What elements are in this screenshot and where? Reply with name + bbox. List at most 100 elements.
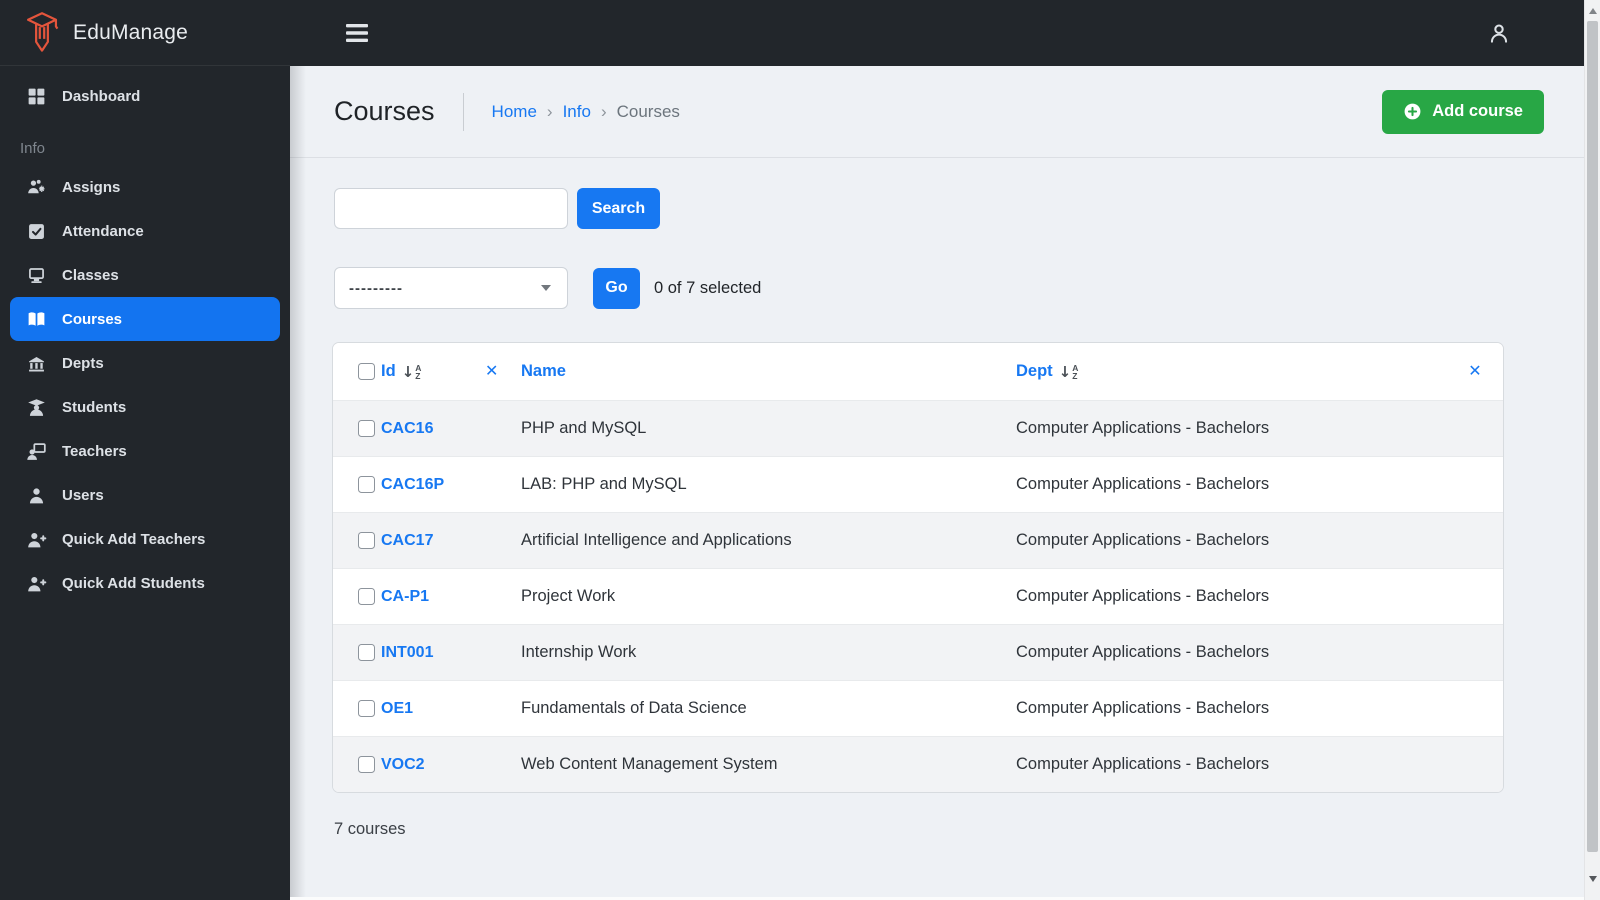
course-name: Fundamentals of Data Science <box>521 699 747 717</box>
course-id-link[interactable]: CA-P1 <box>381 588 429 606</box>
column-header-id[interactable]: Id <box>381 362 396 381</box>
sidebar-item-quick-add-teachers[interactable]: Quick Add Teachers <box>0 517 290 561</box>
row-checkbox[interactable] <box>358 644 375 661</box>
course-name: Artificial Intelligence and Applications <box>521 531 792 549</box>
column-header-dept[interactable]: Dept <box>1016 362 1053 381</box>
course-id-link[interactable]: INT001 <box>381 644 433 662</box>
table-header-row: Id ↓ AZ ✕ Name Dept ↓ AZ ✕ <box>333 343 1503 400</box>
course-id-link[interactable]: OE1 <box>381 700 413 718</box>
course-dept: Computer Applications - Bachelors <box>1016 587 1270 605</box>
laptop-icon <box>29 267 44 283</box>
edumanage-logo-icon <box>26 11 59 52</box>
sidebar-item-users[interactable]: Users <box>0 473 290 517</box>
sort-icon: ↓ AZ <box>401 362 422 381</box>
brand-name: EduManage <box>73 20 189 44</box>
course-name: PHP and MySQL <box>521 419 647 437</box>
row-checkbox[interactable] <box>358 476 375 493</box>
title-divider <box>462 92 464 131</box>
action-select-value: --------- <box>349 279 403 297</box>
person-plus-icon <box>28 576 47 591</box>
course-dept: Computer Applications - Bachelors <box>1016 699 1270 717</box>
clear-sort-icon[interactable]: ✕ <box>485 363 498 380</box>
sidebar-item-label: Assigns <box>62 178 121 196</box>
table-row: INT001 Internship Work Computer Applicat… <box>333 624 1503 680</box>
breadcrumb: Home › Info › Courses <box>492 102 680 122</box>
sort-icon: ↓ AZ <box>1058 362 1079 381</box>
select-all-checkbox[interactable] <box>358 363 375 380</box>
scrollbar-thumb[interactable] <box>1587 21 1598 852</box>
check-square-icon <box>29 223 44 239</box>
course-name: LAB: PHP and MySQL <box>521 475 687 493</box>
sidebar-item-teachers[interactable]: Teachers <box>0 429 290 473</box>
sidebar-section-info: Info <box>20 140 46 157</box>
course-id-link[interactable]: CAC16 <box>381 420 433 438</box>
table-row: VOC2 Web Content Management System Compu… <box>333 736 1503 792</box>
sidebar-item-label: Teachers <box>62 442 127 460</box>
breadcrumb-home-link[interactable]: Home <box>492 102 537 122</box>
row-checkbox[interactable] <box>358 532 375 549</box>
breadcrumb-current: Courses <box>616 101 680 121</box>
action-select[interactable]: --------- <box>334 267 568 309</box>
row-checkbox[interactable] <box>358 588 375 605</box>
users-gear-icon <box>28 179 45 193</box>
table-body: CAC16 PHP and MySQL Computer Application… <box>333 400 1503 792</box>
scroll-down-arrow[interactable] <box>1585 872 1600 886</box>
column-header-name[interactable]: Name <box>521 362 566 381</box>
course-id-link[interactable]: CAC16P <box>381 476 444 494</box>
course-id-link[interactable]: VOC2 <box>381 756 425 774</box>
breadcrumb-info-link[interactable]: Info <box>563 102 591 122</box>
sidebar-nav: Dashboard Info Assigns Attendance Classe… <box>0 66 290 605</box>
sidebar-item-label: Quick Add Teachers <box>62 530 206 548</box>
add-course-label: Add course <box>1432 102 1523 120</box>
sidebar-item-dashboard[interactable]: Dashboard <box>0 74 290 118</box>
sidebar-item-attendance[interactable]: Attendance <box>0 209 290 253</box>
sidebar-item-label: Users <box>62 486 104 504</box>
row-checkbox[interactable] <box>358 756 375 773</box>
sidebar-item-students[interactable]: Students <box>0 385 290 429</box>
table-row: CA-P1 Project Work Computer Applications… <box>333 568 1503 624</box>
course-name: Internship Work <box>521 643 637 661</box>
course-name: Web Content Management System <box>521 755 778 773</box>
sidebar-item-depts[interactable]: Depts <box>0 341 290 385</box>
hamburger-menu-icon[interactable] <box>346 24 368 42</box>
page-title: Courses <box>334 96 435 126</box>
table-row: OE1 Fundamentals of Data Science Compute… <box>333 680 1503 736</box>
person-plus-icon <box>28 532 47 547</box>
courses-table: Id ↓ AZ ✕ Name Dept ↓ AZ ✕ CAC16 PHP and… <box>332 342 1504 793</box>
user-account-icon[interactable] <box>1486 20 1512 46</box>
course-dept: Computer Applications - Bachelors <box>1016 419 1270 437</box>
row-checkbox[interactable] <box>358 420 375 437</box>
table-row: CAC17 Artificial Intelligence and Applic… <box>333 512 1503 568</box>
go-button[interactable]: Go <box>593 267 640 309</box>
add-course-button[interactable]: Add course <box>1382 89 1544 134</box>
table-row: CAC16P LAB: PHP and MySQL Computer Appli… <box>333 456 1503 512</box>
row-checkbox[interactable] <box>358 700 375 717</box>
building-icon <box>29 356 44 372</box>
brand-logo-row[interactable]: EduManage <box>0 0 290 66</box>
sidebar-item-classes[interactable]: Classes <box>0 253 290 297</box>
graduate-icon <box>28 398 45 416</box>
search-input[interactable] <box>334 188 568 229</box>
sidebar-item-label: Depts <box>62 354 104 372</box>
main-content: Courses Home › Info › Courses Add course… <box>290 66 1584 900</box>
sidebar-item-label: Quick Add Students <box>62 574 205 592</box>
course-name: Project Work <box>521 587 616 605</box>
page-header: Courses Home › Info › Courses Add course <box>290 66 1584 158</box>
vertical-scrollbar[interactable] <box>1584 0 1600 900</box>
sidebar-item-courses[interactable]: Courses <box>10 297 280 341</box>
topbar <box>290 0 1584 66</box>
sidebar-item-label: Attendance <box>62 222 144 240</box>
course-dept: Computer Applications - Bachelors <box>1016 755 1270 773</box>
scroll-up-arrow[interactable] <box>1585 4 1600 18</box>
breadcrumb-separator: › <box>600 101 607 121</box>
open-book-icon <box>28 311 45 326</box>
search-toolbar: Search <box>290 188 1584 229</box>
sidebar-item-assigns[interactable]: Assigns <box>0 165 290 209</box>
selection-status: 0 of 7 selected <box>654 278 762 297</box>
sidebar-item-quick-add-students[interactable]: Quick Add Students <box>0 561 290 605</box>
sidebar: EduManage Dashboard Info Assigns Attenda… <box>0 0 290 900</box>
clear-sort-icon[interactable]: ✕ <box>1468 363 1481 380</box>
search-button[interactable]: Search <box>577 188 660 229</box>
course-dept: Computer Applications - Bachelors <box>1016 475 1270 493</box>
course-id-link[interactable]: CAC17 <box>381 532 433 550</box>
